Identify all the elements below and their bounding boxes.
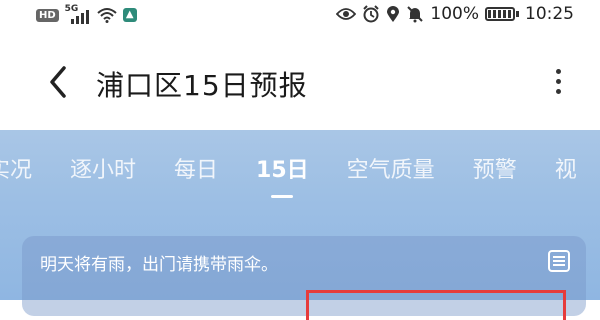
tab-overflow-partial[interactable]: 视 [555, 152, 577, 184]
tab-air-quality[interactable]: 空气质量 [347, 152, 435, 184]
wifi-icon [97, 8, 117, 23]
tab-bar: 实况 逐小时 每日 15日 空气质量 预警 视 [0, 152, 577, 184]
notice-detail-button[interactable] [546, 248, 572, 274]
tab-warnings[interactable]: 预警 [473, 152, 517, 184]
eye-icon [336, 8, 357, 20]
hd-badge: HD [36, 8, 59, 22]
tab-daily[interactable]: 每日 [174, 152, 218, 184]
highlight-annotation-box [306, 290, 566, 320]
forecast-panel: 实况 逐小时 每日 15日 空气质量 预警 视 明天将有雨，出门请携带雨伞。 [0, 130, 600, 320]
status-right-group: 100% 10:25 [336, 4, 574, 24]
location-icon [387, 6, 400, 22]
tab-realtime[interactable]: 实况 [0, 152, 32, 184]
tab-hourly[interactable]: 逐小时 [70, 152, 136, 184]
status-bar: HD 5G ▲ 100% 10:25 [0, 0, 600, 36]
bell-off-icon [407, 6, 424, 23]
list-document-icon [548, 250, 570, 272]
page-title: 浦口区15日预报 [96, 69, 308, 102]
alarm-icon [363, 5, 380, 23]
status-left-group: HD 5G ▲ [36, 4, 137, 24]
cellular-signal-icon: 5G [65, 4, 91, 24]
battery-icon [485, 7, 519, 21]
battery-percent: 100% [430, 4, 479, 24]
clock-time: 10:25 [525, 4, 574, 24]
app-notification-icon: ▲ [122, 8, 137, 22]
page-header: 浦口区15日预报 [0, 36, 600, 130]
back-button[interactable] [44, 64, 74, 100]
notice-text: 明天将有雨，出门请携带雨伞。 [40, 255, 278, 275]
tab-15-day[interactable]: 15日 [256, 152, 309, 184]
more-options-button[interactable] [548, 64, 568, 102]
chevron-left-icon [50, 66, 66, 98]
more-vertical-icon [555, 69, 561, 74]
